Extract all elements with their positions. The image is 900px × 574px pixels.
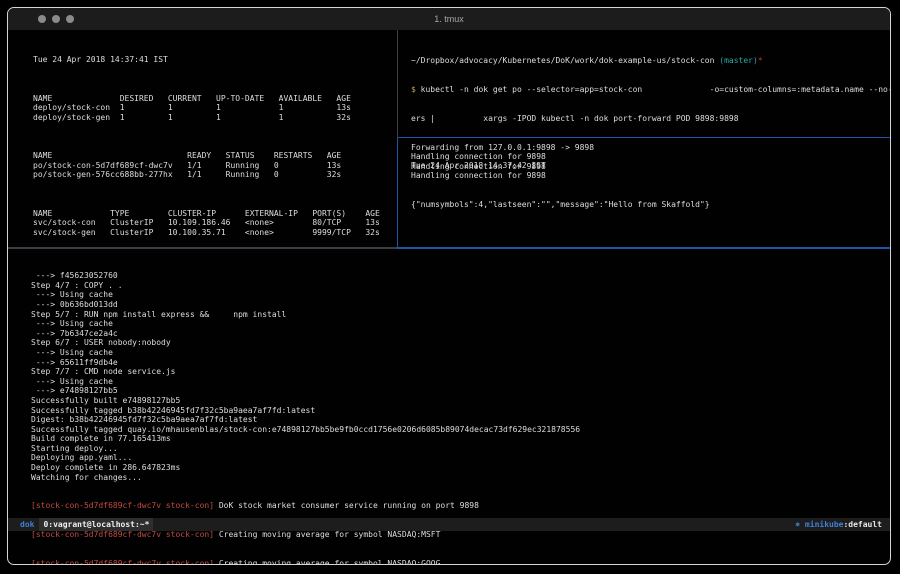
command-text-wrap: ers | xargs -IPOD kubectl -n dok port-fo… [411,114,891,124]
kube-context: ⎈ minikube [795,520,843,529]
pod-log-message: Creating moving average for symbol NASDA… [214,559,440,565]
desktop: { "window": { "title": "1. tmux" }, "pan… [0,0,900,574]
curl-json-response: {"numsymbols":4,"lastseen":"","message":… [411,200,710,210]
pod-log-prefix: [stock-con-5d7df689cf-dwc7v stock-con] [31,501,214,510]
pane-border-vertical-inactive[interactable] [397,30,398,138]
terminal-window: 1. tmux Tue 24 Apr 2018 14:37:41 IST NAM… [7,7,891,565]
pods-table: NAME READY STATUS RESTARTS AGE po/stock-… [33,151,380,180]
watch-timestamp: Tue 24 Apr 2018 14:37:41 IST [33,55,380,65]
services-table: NAME TYPE CLUSTER-IP EXTERNAL-IP PORT(S)… [33,209,380,238]
shell-cwd-line: ~/Dropbox/advocacy/Kubernetes/DoK/work/d… [411,56,891,66]
tmux-status-right: ⎈ minikube:default [795,518,890,531]
pane-border-horizontal-active-bottom[interactable] [397,247,890,249]
pane-border-vertical-active[interactable] [397,138,398,248]
pod-log-line: [stock-con-5d7df689cf-dwc7v stock-con] C… [31,559,580,565]
titlebar: 1. tmux [8,8,890,30]
pane-kubectl-watch[interactable]: Tue 24 Apr 2018 14:37:41 IST NAME DESIRE… [8,30,397,247]
window-title: 1. tmux [8,8,890,30]
pane-port-forward[interactable]: ~/Dropbox/advocacy/Kubernetes/DoK/work/d… [398,30,890,137]
pod-log-message: Creating moving average for symbol NASDA… [214,530,440,539]
kube-namespace: :default [843,520,882,529]
pane-border-horizontal-inactive[interactable] [8,247,397,249]
command-text: kubectl -n dok get po --selector=app=sto… [416,85,891,94]
shell-command-line: $ kubectl -n dok get po --selector=app=s… [411,85,891,95]
curl-timestamp: Tue 24 Apr 2018 14:37:42 IST [411,161,710,171]
pod-log-line: [stock-con-5d7df689cf-dwc7v stock-con] C… [31,530,580,540]
pane-skaffold-log[interactable]: ---> f45623052760 Step 4/7 : COPY . . --… [8,249,890,518]
git-branch: (master) [719,56,758,65]
pod-log-message: DoK stock market consumer service runnin… [214,501,479,510]
docker-build-log: ---> f45623052760 Step 4/7 : COPY . . --… [31,271,580,482]
pane-border-horizontal-active-top[interactable] [398,137,890,138]
tmux-status-bar: dok 0:vagrant@localhost:~* ⎈ minikube:de… [8,518,890,531]
pane-curl-watch[interactable]: Tue 24 Apr 2018 14:37:42 IST {"numsymbol… [398,138,890,247]
pod-log-prefix: [stock-con-5d7df689cf-dwc7v stock-con] [31,530,214,539]
tmux-session-name: dok [8,518,34,531]
deployments-table: NAME DESIRED CURRENT UP-TO-DATE AVAILABL… [33,94,380,123]
pod-log-line: [stock-con-5d7df689cf-dwc7v stock-con] D… [31,501,580,511]
tmux-window-tab[interactable]: 0:vagrant@localhost:~* [39,518,153,531]
pod-log-prefix: [stock-con-5d7df689cf-dwc7v stock-con] [31,559,214,565]
git-dirty-flag: * [758,56,763,65]
cwd-path: ~/Dropbox/advocacy/Kubernetes/DoK/work/d… [411,56,719,65]
